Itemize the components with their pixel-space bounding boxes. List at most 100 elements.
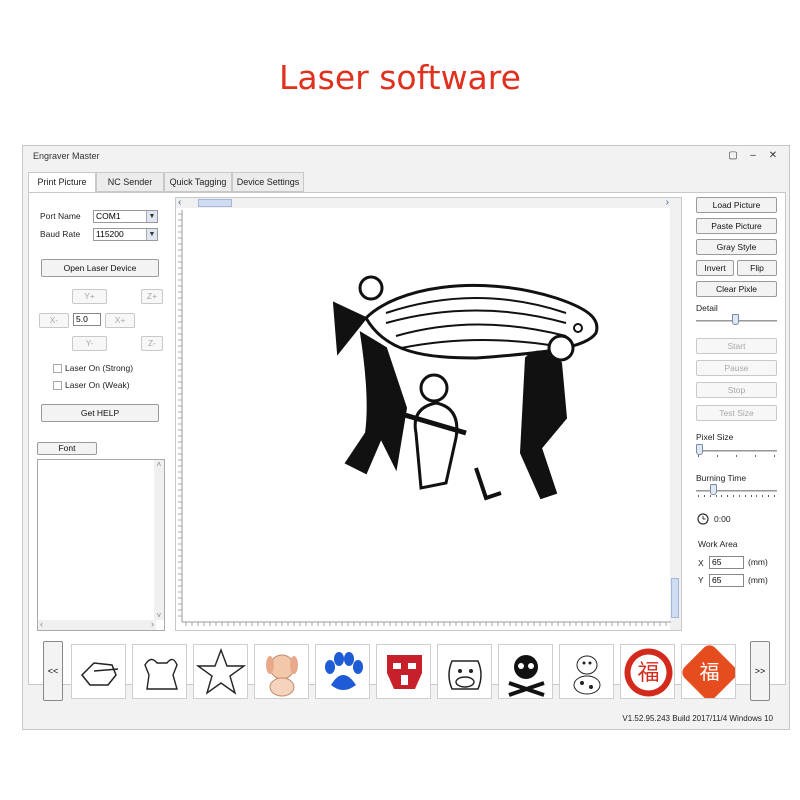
work-area-x-label: X: [698, 558, 704, 568]
banner-title: Laser software: [279, 58, 521, 97]
chevron-down-icon: ▼: [146, 211, 157, 222]
fu-character: 福: [637, 661, 659, 686]
jog-x-minus-button[interactable]: X-: [39, 313, 69, 328]
work-area-y-unit: (mm): [748, 575, 768, 585]
laser-weak-checkbox[interactable]: [53, 381, 62, 390]
baud-rate-select[interactable]: 115200 ▼: [93, 228, 158, 241]
pixel-size-ticks: [698, 455, 775, 458]
port-name-label: Port Name: [40, 211, 81, 221]
pixel-size-slider[interactable]: [696, 444, 777, 458]
work-area-x-unit: (mm): [748, 557, 768, 567]
thumbnails-prev-button[interactable]: <<: [43, 641, 63, 701]
fu-seal-diamond-icon: 福: [682, 645, 735, 698]
burn-time-value: 0:00: [714, 514, 731, 524]
stop-button[interactable]: Stop: [696, 382, 777, 398]
invert-button[interactable]: Invert: [696, 260, 734, 276]
puppy-icon: [266, 654, 298, 697]
tab-device-settings[interactable]: Device Settings: [232, 172, 304, 192]
clear-pixel-button[interactable]: Clear Pixle: [696, 281, 777, 297]
start-button[interactable]: Start: [696, 338, 777, 354]
work-area-y-label: Y: [698, 575, 704, 585]
font-box-vscroll[interactable]: ˄ ˅: [154, 460, 164, 620]
engrave-canvas[interactable]: ‹ ›: [175, 197, 682, 631]
test-size-button[interactable]: Test Size: [696, 405, 777, 421]
skull-crossbones-icon: [508, 655, 545, 697]
pixel-size-slider-thumb[interactable]: [696, 444, 703, 455]
tab-nc-sender[interactable]: NC Sender: [96, 172, 164, 192]
jog-z-plus-button[interactable]: Z+: [141, 289, 163, 304]
baud-rate-value: 115200: [96, 229, 124, 239]
detail-slider[interactable]: [696, 314, 777, 328]
window-title: Engraver Master: [33, 151, 100, 161]
tab-print-picture[interactable]: Print Picture: [28, 172, 96, 193]
star-figure-icon: [195, 648, 247, 695]
app-window: Engraver Master ▢ – ✕ Print Picture NC S…: [22, 145, 790, 730]
title-bar: Engraver Master ▢ – ✕: [23, 146, 789, 168]
detail-label: Detail: [696, 303, 718, 313]
laser-strong-label: Laser On (Strong): [65, 363, 134, 373]
burning-time-slider-track: [696, 490, 777, 492]
baud-rate-label: Baud Rate: [40, 229, 81, 239]
thumbnail-cow[interactable]: [437, 644, 492, 699]
laser-strong-checkbox[interactable]: [53, 364, 62, 373]
scroll-right-icon[interactable]: ›: [151, 619, 154, 629]
thumbnail-dalmatian[interactable]: [559, 644, 614, 699]
pixel-size-label: Pixel Size: [696, 432, 734, 442]
fu-character: 福: [700, 660, 720, 684]
pointing-hand-icon: [80, 662, 119, 686]
scroll-up-icon[interactable]: ˄: [154, 460, 164, 469]
thumbnail-paw-print[interactable]: [315, 644, 370, 699]
burning-time-label: Burning Time: [696, 473, 747, 483]
font-button[interactable]: Font: [37, 442, 97, 455]
gray-style-button[interactable]: Gray Style: [696, 239, 777, 255]
open-laser-device-button[interactable]: Open Laser Device: [41, 259, 159, 277]
minimize-button[interactable]: ▢: [725, 149, 741, 163]
load-picture-button[interactable]: Load Picture: [696, 197, 777, 213]
clock-icon: [697, 513, 709, 525]
paste-picture-button[interactable]: Paste Picture: [696, 218, 777, 234]
jog-step-input[interactable]: 5.0: [73, 313, 101, 326]
thumbnail-strip: << 福 福 >>: [39, 641, 774, 707]
font-preview-box[interactable]: ˄ ˅ ‹ ›: [37, 459, 165, 631]
scroll-left-icon[interactable]: ‹: [40, 619, 43, 629]
restore-button[interactable]: –: [745, 149, 761, 163]
pause-button[interactable]: Pause: [696, 360, 777, 376]
flip-button[interactable]: Flip: [737, 260, 777, 276]
bull-icon: [144, 658, 178, 690]
burning-time-slider[interactable]: [696, 484, 777, 498]
thumbnail-fu-seal-diamond[interactable]: 福: [681, 644, 736, 699]
work-area-x-input[interactable]: 65: [709, 556, 744, 569]
cow-icon: [448, 660, 482, 690]
jog-y-minus-button[interactable]: Y-: [72, 336, 107, 351]
port-name-select[interactable]: COM1 ▼: [93, 210, 158, 223]
jog-y-plus-button[interactable]: Y+: [72, 289, 107, 304]
thumbnail-pointing-hand[interactable]: [71, 644, 126, 699]
tab-quick-tagging[interactable]: Quick Tagging: [164, 172, 232, 192]
pixel-size-slider-track: [696, 450, 777, 452]
work-area-y-input[interactable]: 65: [709, 574, 744, 587]
chevron-down-icon: ▼: [146, 229, 157, 240]
jog-z-minus-button[interactable]: Z-: [141, 336, 163, 351]
paw-print-icon: [325, 652, 363, 690]
robot-logo-icon: [387, 655, 422, 689]
get-help-button[interactable]: Get HELP: [41, 404, 159, 422]
thumbnail-bull[interactable]: [132, 644, 187, 699]
thumbnail-fu-seal-circle[interactable]: 福: [620, 644, 675, 699]
jog-x-plus-button[interactable]: X+: [105, 313, 135, 328]
font-box-hscroll[interactable]: ‹ ›: [38, 619, 156, 630]
thumbnail-skull-crossbones[interactable]: [498, 644, 553, 699]
work-area-label: Work Area: [698, 539, 738, 549]
close-button[interactable]: ✕: [765, 149, 781, 163]
thumbnails-next-button[interactable]: >>: [750, 641, 770, 701]
version-text: V1.52.95.243 Build 2017/11/4 Windows 10: [622, 714, 773, 723]
port-name-value: COM1: [96, 211, 121, 221]
thumbnail-star-figure[interactable]: [193, 644, 248, 699]
fu-seal-circle-icon: 福: [624, 648, 673, 697]
burning-time-slider-thumb[interactable]: [710, 484, 717, 495]
thumbnail-puppy[interactable]: [254, 644, 309, 699]
thumbnail-robot-logo[interactable]: [376, 644, 431, 699]
engraving-image: [332, 275, 599, 501]
scroll-down-icon[interactable]: ˅: [154, 611, 164, 620]
detail-slider-thumb[interactable]: [732, 314, 739, 325]
burning-time-ticks: [698, 495, 775, 498]
